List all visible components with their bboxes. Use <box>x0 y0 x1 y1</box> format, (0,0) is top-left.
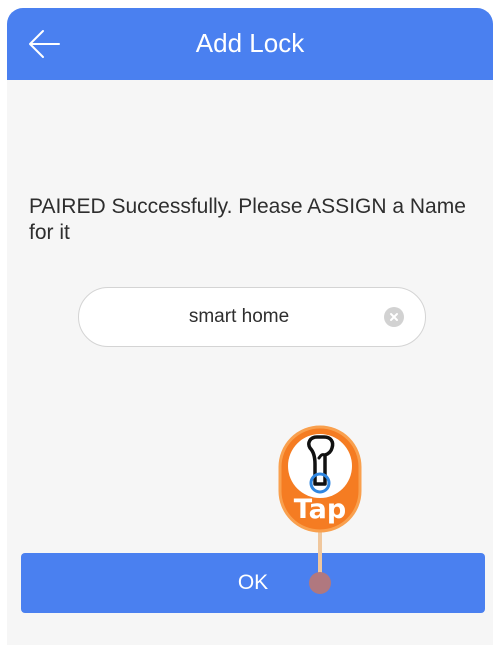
clear-input-button[interactable] <box>384 307 404 327</box>
tap-target-marker <box>309 572 331 594</box>
back-button[interactable] <box>23 22 67 66</box>
page-title: Add Lock <box>195 28 305 58</box>
ok-button[interactable]: OK <box>21 553 485 613</box>
clear-icon <box>390 313 398 321</box>
app-header: Add Lock <box>7 8 493 80</box>
tap-hint-label: Tap <box>293 494 347 525</box>
lock-name-field <box>78 287 426 347</box>
arrow-left-icon <box>29 30 60 58</box>
pairing-success-message: PAIRED Successfully. Please ASSIGN a Nam… <box>29 195 466 244</box>
lock-name-input[interactable] <box>109 288 369 346</box>
add-lock-screen: Add Lock PAIRED Successfully. Please ASS… <box>7 8 493 645</box>
